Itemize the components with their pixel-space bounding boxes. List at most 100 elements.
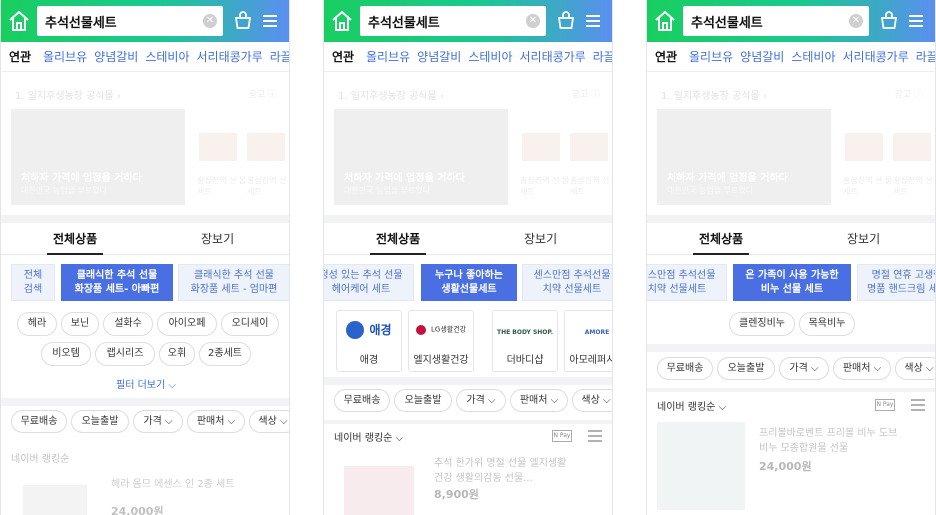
related-item[interactable]: 서리태콩가루 [520,50,586,64]
search-input[interactable]: 추석선물세트 ✕ [683,6,869,36]
list-view-icon[interactable] [588,430,602,442]
filter-color[interactable]: 색상 ⌵ [572,389,612,412]
clear-icon[interactable]: ✕ [203,14,217,28]
search-input[interactable]: 추석선물세트 ✕ [37,6,223,36]
filter-free-shipping[interactable]: 무료배송 [657,357,713,380]
filter-label: 색상 [904,363,923,374]
filter-free-shipping[interactable]: 무료배송 [11,410,67,433]
cart-icon[interactable] [879,11,899,31]
product-tabs: 전체상품 장보기 [647,223,935,255]
filter-price[interactable]: 가격 ⌵ [779,357,829,380]
related-item[interactable]: 올리브유 [689,50,733,64]
home-icon[interactable] [7,9,31,33]
faded-product: 프리볼바로벤트 프리볼 비누 도브 비누 모종합원물 선물 24,000원 [647,418,935,515]
filter-seller[interactable]: 판매처 ⌵ [187,410,245,433]
filter-price[interactable]: 가격 ⌵ [133,410,183,433]
category-chip-active[interactable]: 온 가족이 사용 가능한 비누 선물 세트 [733,264,851,301]
list-view-icon[interactable] [911,399,925,411]
search-query: 추석선물세트 [45,16,117,31]
filter-color[interactable]: 색상 ⌵ [249,410,289,433]
filter-color[interactable]: 색상 ⌵ [895,357,935,380]
tab-all-products[interactable]: 전체상품 [692,230,750,255]
thumb-caption: 홍삼진액 선 물세트 [843,176,893,196]
brand-pill[interactable]: 랩시리즈 [95,342,155,366]
clear-icon[interactable]: ✕ [849,14,863,28]
thumb-caption: 홍삼진액 선 물세트 [570,176,612,196]
related-item[interactable]: 양념갈비 [740,50,784,64]
related-item[interactable]: 스테비아 [145,50,189,64]
ranking-sort[interactable]: 네이버 랭킹순 ⌵ [657,398,726,413]
category-chip-active[interactable]: 누구나 좋아하는 생활선물세트 [421,264,517,301]
filter-today-ship[interactable]: 오늘출발 [394,389,452,412]
related-item[interactable]: 라끌렛 [916,50,935,64]
menu-icon[interactable] [584,12,602,30]
ranking-sort[interactable]: 네이버 랭킹순 ⌵ [334,429,403,444]
tab-shopping[interactable]: 장보기 [847,230,880,247]
related-item[interactable]: 양념갈비 [417,50,461,64]
menu-icon[interactable] [261,12,279,30]
category-chip[interactable]: 클래식한 추석 선물 화장품 세트 - 엄마편 [178,264,289,301]
search-input[interactable]: 추석선물세트 ✕ [360,6,546,36]
category-chip[interactable]: 전체 검색 [11,264,55,301]
product-type-pill[interactable]: 목욕비누 [799,312,855,336]
category-chip-active[interactable]: 클래식한 추석 선물 화장품 세트- 아빠편 [61,264,173,301]
brand-pill[interactable]: 보닌 [61,312,99,336]
filter-bar: 무료배송 오늘출발 가격 ⌵ 판매처 ⌵ 색상 ⌵ [324,382,612,420]
filter-free-shipping[interactable]: 무료배송 [334,389,390,412]
tab-shopping[interactable]: 장보기 [201,230,234,247]
related-item[interactable]: 서리태콩가루 [843,50,909,64]
related-item[interactable]: 서리태콩가루 [197,50,263,64]
tab-shopping[interactable]: 장보기 [524,230,557,247]
chevron-down-icon: ⌵ [168,380,176,391]
related-item[interactable]: 스테비아 [791,50,835,64]
cart-icon[interactable] [233,11,253,31]
clear-icon[interactable]: ✕ [526,14,540,28]
related-item[interactable]: 라끌렛 [270,50,289,64]
related-item[interactable]: 올리브유 [366,50,410,64]
brand-pill[interactable]: 오디세이 [221,312,279,336]
brand-card-bodyshop[interactable]: THE BODY SHOP. 더바디샵 [492,310,558,372]
brand-card-lg[interactable]: LG생활건강 엘지생활건강 [408,310,474,372]
brand-pill[interactable]: 비오템 [41,342,91,366]
brand-pill[interactable]: 아이오페 [157,312,217,336]
product-price: 24,000원 [111,505,164,515]
cart-icon[interactable] [556,11,576,31]
category-chip[interactable]: 명절 연휴 고생한 명품 핸드크림 세트 [857,264,935,301]
tab-all-products[interactable]: 전체상품 [369,230,427,255]
banner-title: 처하자 가격에 엄정을 거하다 [21,173,142,184]
category-chip[interactable]: 정성 있는 추석 선물 헤어케어 세트 [324,264,414,301]
filter-seller[interactable]: 판매처 ⌵ [510,389,568,412]
category-chip[interactable]: 센스만점 추석선물 치약 선물세트 [522,264,612,301]
home-icon[interactable] [330,9,354,33]
ad-title: 1. 일지후생농장 공식몰 › [15,91,121,102]
brand-pill[interactable]: 오휘 [159,342,195,366]
brand-card-aekyung[interactable]: 애경 애경 [336,310,402,372]
filter-price[interactable]: 가격 ⌵ [456,389,506,412]
tab-all-products[interactable]: 전체상품 [46,230,104,255]
filter-today-ship[interactable]: 오늘출발 [71,410,129,433]
filter-seller[interactable]: 판매처 ⌵ [833,357,891,380]
related-item[interactable]: 라끌렛 [593,50,612,64]
npay-icon[interactable]: N Pay [552,430,572,442]
npay-icon[interactable]: N Pay [875,399,895,411]
product-type-pill[interactable]: 클렌징비누 [729,312,795,336]
home-icon[interactable] [653,9,677,33]
brand-card-amore[interactable]: AMORE 아모레퍼시픽 [564,310,612,372]
filter-label: 판매처 [842,363,871,374]
menu-icon[interactable] [907,12,925,30]
filter-today-ship[interactable]: 오늘출발 [717,357,775,380]
brand-pill[interactable]: 헤라 [17,312,57,336]
category-chip[interactable]: 센스만점 추석선물 치약 선물세트 [647,264,727,301]
filter-bar: 무료배송 오늘출발 가격 ⌵ 판매처 ⌵ 색상 ⌵ [1,403,289,441]
related-searches: 연관 올리브유 양념갈비 스테비아 서리태콩가루 라끌렛 [1,42,289,72]
related-item[interactable]: 스테비아 [468,50,512,64]
related-item[interactable]: 양념갈비 [94,50,138,64]
related-label: 연관 [655,50,678,64]
ad-thumb [570,133,608,161]
related-item[interactable]: 올리브유 [43,50,87,64]
more-filter-button[interactable]: 필터 더보기 ⌵ [1,376,289,391]
filter-label: 가격 [466,395,485,406]
brand-pill[interactable]: 2종세트 [199,342,251,366]
header: 추석선물세트 ✕ [1,0,289,42]
brand-pill[interactable]: 설화수 [103,312,153,336]
